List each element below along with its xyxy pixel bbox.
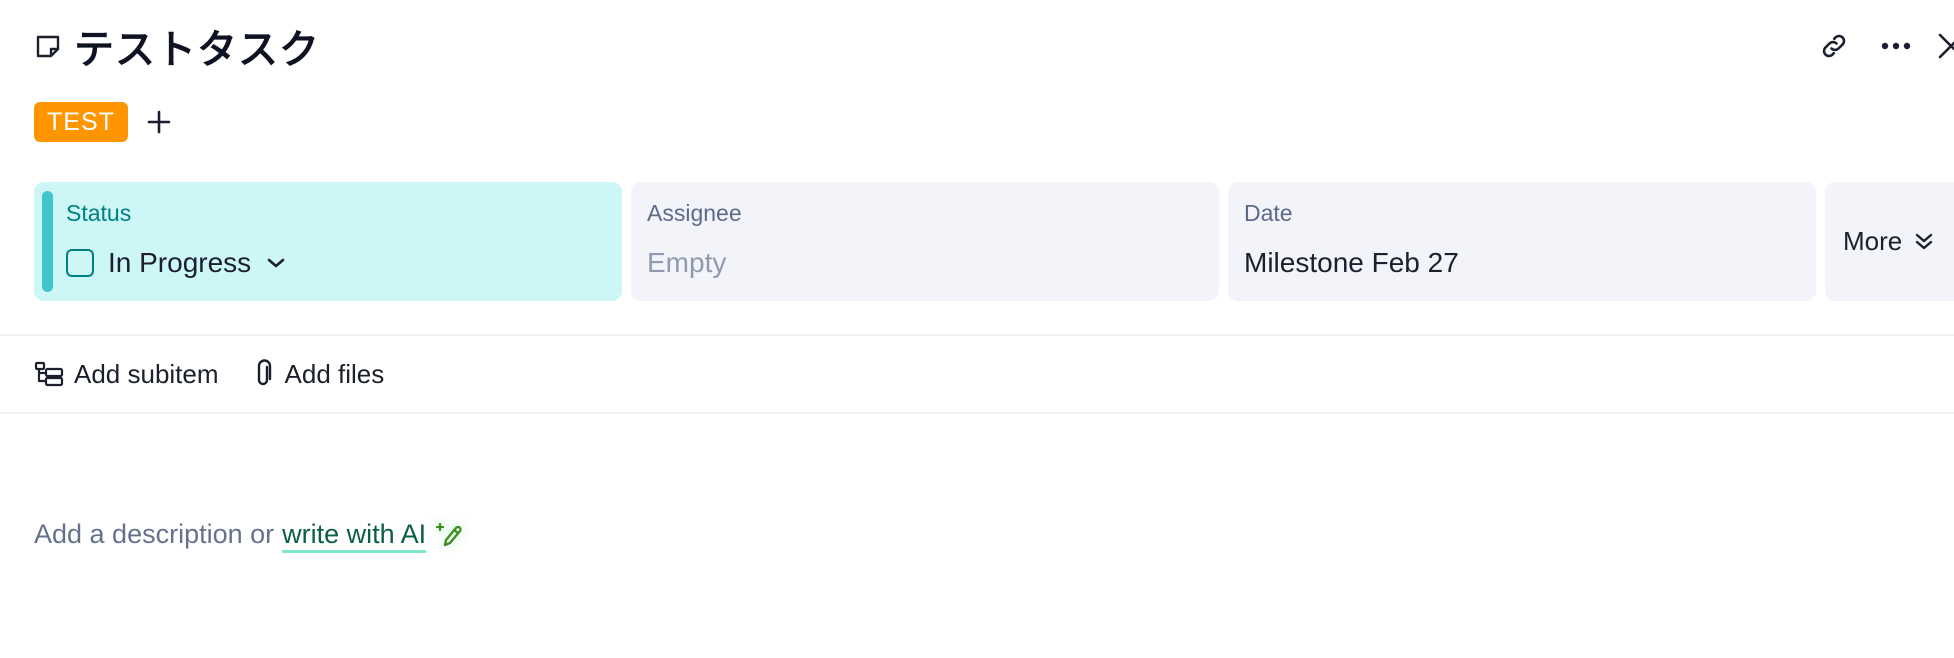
status-text: In Progress <box>108 247 252 278</box>
description-placeholder: Add a description or <box>34 518 275 549</box>
property-fields: Status In Progress Assignee Empty Date M… <box>34 182 1954 301</box>
description-area[interactable]: Add a description or write with AI <box>34 512 464 556</box>
status-checkbox[interactable] <box>66 249 94 277</box>
task-title[interactable]: テストタスク <box>74 17 320 75</box>
more-fields-button[interactable]: More <box>1825 182 1954 301</box>
tag-list: TEST <box>34 102 176 142</box>
more-label: More <box>1843 226 1903 256</box>
status-accent-bar <box>42 191 53 292</box>
add-subitem-label: Add subitem <box>74 358 219 389</box>
chevron-down-icon[interactable] <box>267 257 285 269</box>
magic-pen-icon[interactable] <box>434 520 464 548</box>
header-actions <box>1814 26 1954 66</box>
plus-icon[interactable] <box>142 105 176 139</box>
status-value: In Progress <box>66 245 285 281</box>
date-label: Date <box>1244 200 1293 226</box>
divider-bottom <box>0 412 1954 414</box>
assignee-value: Empty <box>647 247 727 278</box>
note-icon <box>34 32 62 60</box>
date-value: Milestone Feb 27 <box>1244 247 1459 278</box>
close-icon[interactable] <box>1938 26 1954 66</box>
assignee-field[interactable]: Assignee Empty <box>631 182 1219 301</box>
status-label: Status <box>66 200 132 226</box>
link-icon[interactable] <box>1814 26 1854 66</box>
status-field[interactable]: Status In Progress <box>34 182 622 301</box>
divider-top <box>0 334 1954 336</box>
tag-test[interactable]: TEST <box>34 102 128 142</box>
add-files-label: Add files <box>284 358 385 389</box>
more-horizontal-icon[interactable] <box>1876 26 1916 66</box>
double-chevron-down-icon <box>1914 232 1934 252</box>
date-field[interactable]: Date Milestone Feb 27 <box>1228 182 1816 301</box>
task-header: テストタスク <box>34 18 320 74</box>
add-files-button[interactable]: Add files <box>253 358 385 390</box>
write-with-ai-link[interactable]: write with AI <box>282 519 426 550</box>
add-subitem-button[interactable]: Add subitem <box>34 359 219 390</box>
assignee-label: Assignee <box>647 200 742 226</box>
item-actions: Add subitem Add files <box>34 352 418 396</box>
